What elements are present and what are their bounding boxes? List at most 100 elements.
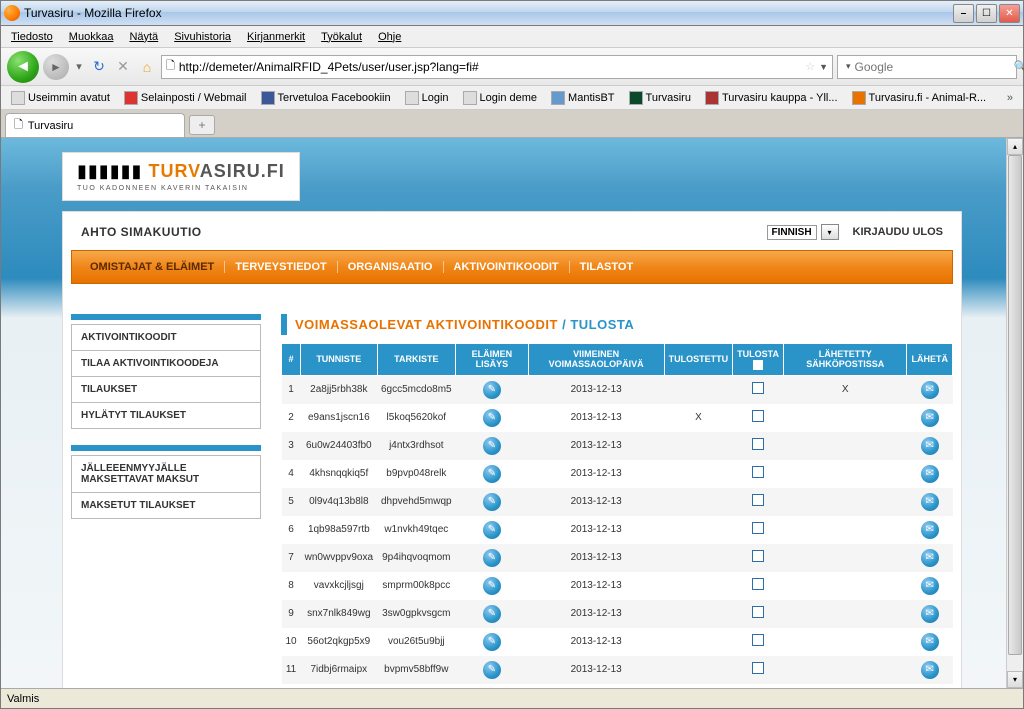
stop-button[interactable]: ✕ — [113, 57, 133, 77]
menu-bookmarks[interactable]: Kirjanmerkit — [239, 29, 313, 45]
nav-tilastot[interactable]: TILASTOT — [570, 261, 644, 273]
col-laheta[interactable]: LÄHETÄ — [907, 344, 953, 376]
print-checkbox[interactable] — [752, 522, 764, 534]
menu-edit[interactable]: Muokkaa — [61, 29, 122, 45]
send-button[interactable]: ✉ — [921, 409, 939, 427]
scroll-down-button[interactable]: ▾ — [1007, 671, 1023, 688]
print-checkbox[interactable] — [752, 382, 764, 394]
cell-sent — [784, 684, 907, 688]
nav-history-dropdown[interactable]: ▾ — [73, 54, 85, 80]
scroll-thumb[interactable] — [1008, 155, 1022, 655]
add-animal-button[interactable]: ✎ — [483, 633, 501, 651]
sidebar-item[interactable]: JÄLLEEENMYYJÄLLE MAKSETTAVAT MAKSUT — [71, 455, 261, 493]
bookmark-item[interactable]: Turvasiru — [623, 89, 697, 107]
add-animal-button[interactable]: ✎ — [483, 521, 501, 539]
send-button[interactable]: ✉ — [921, 605, 939, 623]
print-checkbox[interactable] — [752, 410, 764, 422]
reload-button[interactable]: ↻ — [89, 57, 109, 77]
print-checkbox[interactable] — [752, 438, 764, 450]
print-checkbox[interactable] — [752, 606, 764, 618]
scroll-up-button[interactable]: ▴ — [1007, 138, 1023, 155]
menu-tools[interactable]: Työkalut — [313, 29, 370, 45]
bookmarks-overflow[interactable]: » — [1001, 92, 1019, 104]
bookmark-item[interactable]: Useimmin avatut — [5, 89, 116, 107]
print-checkbox[interactable] — [752, 494, 764, 506]
tab-turvasiru[interactable]: 🗋 Turvasiru — [5, 113, 185, 137]
send-button[interactable]: ✉ — [921, 493, 939, 511]
print-checkbox[interactable] — [752, 578, 764, 590]
sidebar-item[interactable]: HYLÄTYT TILAUKSET — [71, 403, 261, 429]
nav-forward-button[interactable]: ► — [43, 54, 69, 80]
add-animal-button[interactable]: ✎ — [483, 409, 501, 427]
nav-aktivointi[interactable]: AKTIVOINTIKOODIT — [444, 261, 570, 273]
home-button[interactable]: ⌂ — [137, 57, 157, 77]
sidebar-item[interactable]: MAKSETUT TILAUKSET — [71, 493, 261, 519]
add-animal-button[interactable]: ✎ — [483, 577, 501, 595]
maximize-button[interactable]: ☐ — [976, 4, 997, 23]
col-tulostettu[interactable]: TULOSTETTU — [664, 344, 733, 376]
add-animal-button[interactable]: ✎ — [483, 605, 501, 623]
language-select[interactable]: FINNISH — [767, 225, 817, 240]
logout-link[interactable]: KIRJAUDU ULOS — [853, 226, 943, 238]
nav-terveys[interactable]: TERVEYSTIEDOT — [225, 261, 337, 273]
bookmark-item[interactable]: Login — [399, 89, 455, 107]
print-checkbox[interactable] — [752, 550, 764, 562]
site-logo[interactable]: ▮▮▮▮▮▮ TURVASIRU.FI TUO KADONNEEN KAVERI… — [62, 152, 300, 201]
bookmark-item[interactable]: Selainposti / Webmail — [118, 89, 253, 107]
add-animal-button[interactable]: ✎ — [483, 437, 501, 455]
send-button[interactable]: ✉ — [921, 549, 939, 567]
send-button[interactable]: ✉ — [921, 577, 939, 595]
url-input[interactable] — [179, 60, 801, 74]
col-tulosta[interactable]: TULOSTA — [733, 344, 784, 376]
menu-file[interactable]: Tiedosto — [3, 29, 61, 45]
print-checkbox[interactable] — [752, 634, 764, 646]
nav-back-button[interactable]: ◄ — [7, 51, 39, 83]
language-dropdown-button[interactable]: ▾ — [821, 224, 839, 240]
search-input[interactable] — [855, 60, 1010, 74]
col-num[interactable]: # — [282, 344, 301, 376]
send-button[interactable]: ✉ — [921, 437, 939, 455]
send-button[interactable]: ✉ — [921, 661, 939, 679]
col-tunniste[interactable]: TUNNISTE — [301, 344, 377, 376]
add-animal-button[interactable]: ✎ — [483, 549, 501, 567]
sidebar-item[interactable]: TILAA AKTIVOINTIKOODEJA — [71, 351, 261, 377]
add-animal-button[interactable]: ✎ — [483, 493, 501, 511]
col-lisays[interactable]: ELÄIMEN LISÄYS — [456, 344, 529, 376]
print-checkbox[interactable] — [752, 466, 764, 478]
add-animal-button[interactable]: ✎ — [483, 381, 501, 399]
search-engine-dropdown[interactable]: ▾ — [846, 61, 851, 72]
bookmark-item[interactable]: Tervetuloa Facebookiin — [255, 89, 397, 107]
close-button[interactable]: ✕ — [999, 4, 1020, 23]
vertical-scrollbar[interactable]: ▴ ▾ — [1006, 138, 1023, 688]
col-tarkiste[interactable]: TARKISTE — [377, 344, 456, 376]
bookmark-item[interactable]: Turvasiru.fi - Animal-R... — [846, 89, 993, 107]
search-bar[interactable]: ▾ 🔍 — [837, 55, 1017, 79]
menu-view[interactable]: Näytä — [121, 29, 166, 45]
bookmark-star-icon[interactable]: ☆ — [805, 60, 815, 73]
bookmark-item[interactable]: MantisBT — [545, 89, 620, 107]
sidebar-item[interactable]: AKTIVOINTIKOODIT — [71, 324, 261, 351]
sidebar-item[interactable]: TILAUKSET — [71, 377, 261, 403]
new-tab-button[interactable]: + — [189, 115, 215, 135]
add-animal-button[interactable]: ✎ — [483, 661, 501, 679]
select-all-print-checkbox[interactable] — [753, 360, 763, 370]
bookmark-item[interactable]: Turvasiru kauppa - Yll... — [699, 89, 844, 107]
search-go-icon[interactable]: 🔍 — [1014, 60, 1024, 73]
minimize-button[interactable]: ⎯ — [953, 4, 974, 23]
bookmark-item[interactable]: Login deme — [457, 89, 544, 107]
send-button[interactable]: ✉ — [921, 633, 939, 651]
menu-help[interactable]: Ohje — [370, 29, 409, 45]
print-checkbox[interactable] — [752, 662, 764, 674]
send-button[interactable]: ✉ — [921, 521, 939, 539]
nav-omistajat[interactable]: OMISTAJAT & ELÄIMET — [80, 261, 225, 273]
url-dropdown[interactable]: ▼ — [819, 62, 828, 72]
nav-organisaatio[interactable]: ORGANISAATIO — [338, 261, 444, 273]
menu-history[interactable]: Sivuhistoria — [166, 29, 239, 45]
cell-tarkiste: b9pvp048relk — [377, 460, 456, 488]
col-lahetetty[interactable]: LÄHETETTY SÄHKÖPOSTISSA — [784, 344, 907, 376]
send-button[interactable]: ✉ — [921, 465, 939, 483]
send-button[interactable]: ✉ — [921, 381, 939, 399]
col-viimeinen[interactable]: VIIMEINEN VOIMASSAOLOPÄIVÄ — [528, 344, 664, 376]
add-animal-button[interactable]: ✎ — [483, 465, 501, 483]
url-bar[interactable]: 🗋 ☆ ▼ — [161, 55, 833, 79]
